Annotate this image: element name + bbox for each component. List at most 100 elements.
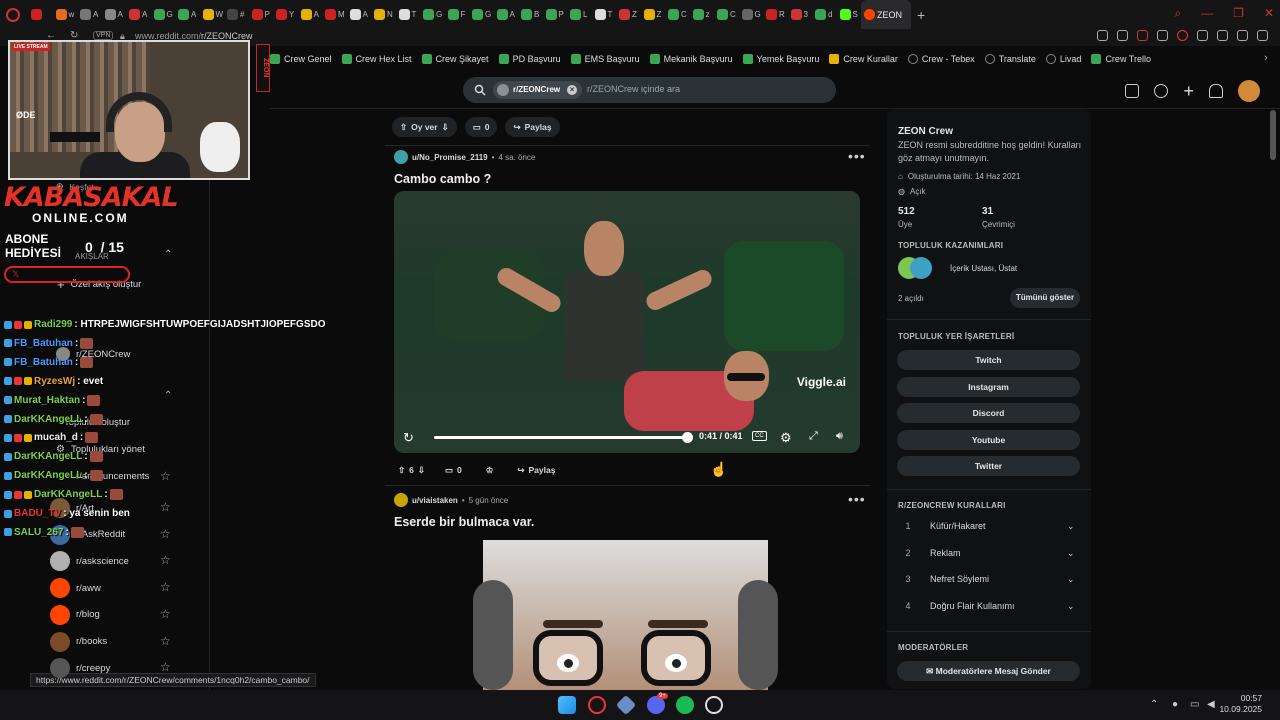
replay-icon[interactable]: ↻ bbox=[403, 430, 414, 446]
rule-item[interactable]: 2 Reklam ⌄ bbox=[898, 548, 1088, 559]
favorite-star-icon[interactable]: ☆ bbox=[160, 500, 171, 514]
browser-tab[interactable]: B bbox=[518, 0, 543, 29]
post-1-title[interactable]: Cambo cambo ? bbox=[394, 172, 491, 186]
browser-tab[interactable]: R bbox=[763, 0, 788, 29]
volume-tray-icon[interactable]: ◀ bbox=[1207, 699, 1215, 710]
bookmark-item[interactable]: Crew Şikayet bbox=[421, 54, 489, 64]
browser-tab[interactable]: T bbox=[396, 0, 421, 29]
post-1-award[interactable]: ♔ bbox=[478, 460, 502, 480]
favorite-star-icon[interactable]: ☆ bbox=[160, 469, 171, 483]
chat-icon[interactable] bbox=[1154, 84, 1169, 98]
subreddit-search-chip[interactable]: r/ZEONCrew × bbox=[493, 81, 583, 99]
settings-gear-icon[interactable]: ⚙ bbox=[780, 430, 792, 446]
chevron-down-icon[interactable]: ⌄ bbox=[1067, 574, 1075, 585]
chevron-down-icon[interactable]: ⌄ bbox=[1067, 601, 1075, 612]
community-bookmark-button[interactable]: Instagram bbox=[897, 376, 1080, 397]
minimize-icon[interactable]: — bbox=[1201, 6, 1213, 21]
close-icon[interactable]: ✕ bbox=[1264, 6, 1274, 21]
post-1-more-icon[interactable]: ••• bbox=[848, 148, 866, 164]
opera-gx-icon[interactable] bbox=[588, 696, 606, 714]
captions-icon[interactable]: CC bbox=[752, 431, 767, 441]
post-1-video[interactable]: Viggle.ai ↻ 0:41 / 0:41 CC ⚙ ⤢ 🔊︎ bbox=[394, 191, 860, 453]
bookmark-item[interactable]: Crew Genel bbox=[270, 54, 332, 64]
collapse-feeds-icon[interactable]: ⌃ bbox=[164, 249, 172, 260]
comments-button[interactable]: ▭ 0 bbox=[464, 117, 498, 137]
rule-item[interactable]: 1 Küfür/Hakaret ⌄ bbox=[898, 521, 1088, 532]
message-mods-button[interactable]: ✉ Moderatörlere Mesaj Gönder bbox=[897, 661, 1080, 681]
ads-icon[interactable] bbox=[1125, 84, 1140, 98]
post-1-vote[interactable]: ⇧ 6 ⇩ bbox=[394, 460, 429, 480]
downvote-icon[interactable]: ⇩ bbox=[418, 465, 425, 476]
chevron-down-icon[interactable]: ⌄ bbox=[1067, 548, 1075, 559]
user-avatar[interactable] bbox=[1238, 80, 1260, 102]
search-tabs-icon[interactable]: ⌕ bbox=[1174, 6, 1181, 21]
browser-tab[interactable]: # bbox=[224, 0, 249, 29]
screenshot-icon[interactable] bbox=[1117, 30, 1128, 41]
video-seek-handle[interactable] bbox=[682, 432, 693, 443]
browser-tab[interactable]: d bbox=[812, 0, 837, 29]
browser-tab[interactable]: S bbox=[837, 0, 862, 29]
system-clock[interactable]: 00:57 10.09.2025 bbox=[1219, 693, 1262, 715]
browser-tab[interactable]: G bbox=[469, 0, 494, 29]
favorite-star-icon[interactable]: ☆ bbox=[160, 634, 171, 648]
chevron-down-icon[interactable]: ⌄ bbox=[1067, 521, 1075, 532]
favorite-star-icon[interactable]: ☆ bbox=[160, 580, 171, 594]
browser-tab[interactable]: T bbox=[592, 0, 617, 29]
clear-chip-icon[interactable]: × bbox=[567, 85, 578, 95]
browser-tab[interactable]: A bbox=[102, 0, 127, 29]
network-icon[interactable]: ▭ bbox=[1190, 699, 1199, 710]
post-2-author-avatar[interactable] bbox=[394, 493, 408, 507]
bookmark-item[interactable]: Mekanik Başvuru bbox=[649, 54, 733, 64]
post-1-author-avatar[interactable] bbox=[394, 150, 408, 164]
browser-tab[interactable]: A bbox=[126, 0, 151, 29]
bookmark-item[interactable]: Yemek Başvuru bbox=[742, 54, 819, 64]
upvote-icon[interactable]: ⇧ bbox=[398, 465, 405, 476]
bookmarks-overflow-icon[interactable]: › bbox=[1264, 52, 1268, 64]
pocket-icon[interactable] bbox=[1137, 30, 1148, 41]
browser-tab[interactable]: A bbox=[347, 0, 372, 29]
community-bookmark-button[interactable]: Twitch bbox=[897, 350, 1080, 370]
browser-tab[interactable]: A bbox=[77, 0, 102, 29]
browser-tab[interactable]: G bbox=[420, 0, 445, 29]
browser-tab[interactable]: w bbox=[53, 0, 78, 29]
browser-tab[interactable]: N bbox=[371, 0, 396, 29]
browser-tab[interactable]: G bbox=[739, 0, 764, 29]
favorite-star-icon[interactable]: ☆ bbox=[160, 527, 171, 541]
browser-tab[interactable]: A bbox=[175, 0, 200, 29]
fullscreen-icon[interactable]: ⤢ bbox=[809, 430, 818, 443]
bookmark-item[interactable]: Crew Trello bbox=[1091, 54, 1151, 64]
search-input[interactable]: r/ZEONCrew × r/ZEONCrew içinde ara bbox=[463, 77, 836, 103]
bookmark-item[interactable]: Crew Hex List bbox=[341, 54, 412, 64]
play-icon[interactable] bbox=[1157, 30, 1168, 41]
new-tab-icon[interactable]: + bbox=[917, 7, 925, 23]
collapse-communities-icon[interactable]: ⌃ bbox=[164, 390, 172, 401]
tray-chevron-icon[interactable]: ⌃ bbox=[1150, 699, 1158, 710]
favorite-star-icon[interactable]: ☆ bbox=[160, 607, 171, 621]
browser-tab[interactable]: G bbox=[151, 0, 176, 29]
sidebar-community-item[interactable]: r/creepy bbox=[50, 658, 110, 679]
start-menu-icon[interactable] bbox=[558, 696, 576, 714]
notifications-bell-icon[interactable] bbox=[1209, 84, 1223, 98]
post-2-image[interactable] bbox=[394, 536, 860, 690]
share-button[interactable]: ↪ Paylaş bbox=[505, 117, 560, 137]
favorite-star-icon[interactable]: ☆ bbox=[160, 660, 171, 674]
browser-tab[interactable]: F bbox=[445, 0, 470, 29]
browser-tab[interactable]: 3 bbox=[788, 0, 813, 29]
extension-icon[interactable] bbox=[1097, 30, 1108, 41]
browser-tab[interactable]: Z bbox=[641, 0, 666, 29]
browser-tab[interactable]: A bbox=[494, 0, 519, 29]
rule-item[interactable]: 4 Doğru Flair Kullanımı ⌄ bbox=[898, 601, 1088, 612]
browser-tab[interactable]: P bbox=[543, 0, 568, 29]
heart-icon[interactable] bbox=[1177, 30, 1188, 41]
post-2-author[interactable]: u/viaistaken bbox=[412, 496, 458, 505]
rule-item[interactable]: 3 Nefret Söylemi ⌄ bbox=[898, 574, 1088, 585]
bookmark-item[interactable]: Crew - Tebex bbox=[907, 54, 975, 64]
browser-tab[interactable]: L bbox=[567, 0, 592, 29]
sidebar-community-item[interactable]: r/askscience bbox=[50, 551, 129, 572]
vpn-badge[interactable]: VPN bbox=[93, 31, 114, 40]
vote-button[interactable]: ⇧ Oy ver ⇩ bbox=[392, 117, 457, 137]
bookmark-item[interactable]: Crew Kurallar bbox=[829, 54, 898, 64]
post-1-share[interactable]: ↪ Paylaş bbox=[509, 460, 563, 480]
browser-tab[interactable]: Z bbox=[616, 0, 641, 29]
bookmark-item[interactable]: Livad bbox=[1045, 54, 1081, 64]
